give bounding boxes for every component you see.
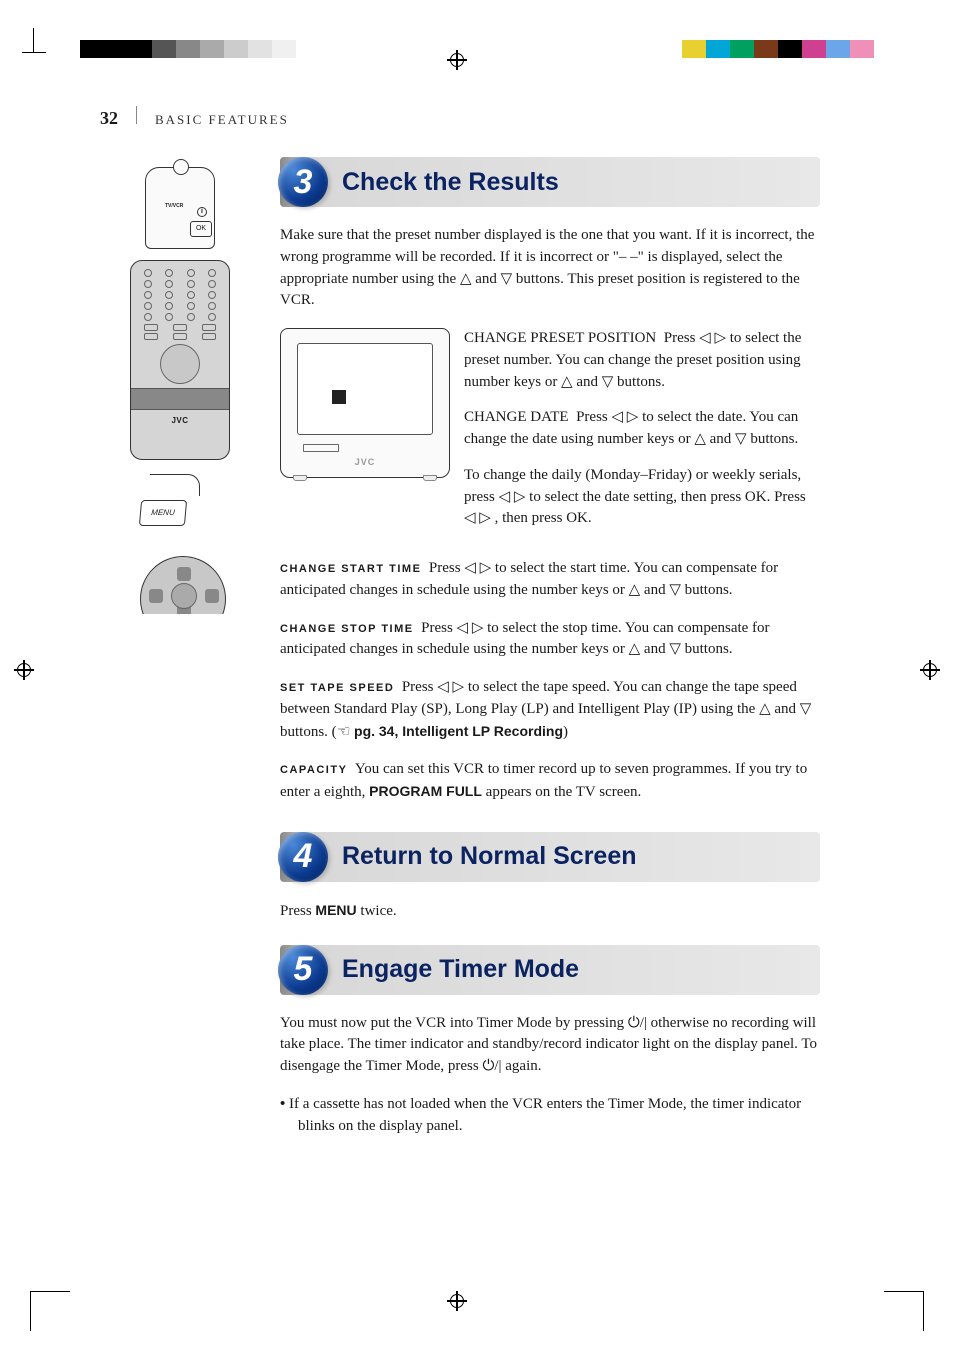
- change-preset-text: CHANGE PRESET POSITION Press ◁ ▷ to sele…: [464, 328, 820, 393]
- power-icon: [173, 159, 189, 175]
- remote-illustrations: TV/VCR i OK JVC MENU: [100, 157, 260, 1137]
- registration-mark-right: [920, 660, 940, 680]
- printer-marks-bottom: [0, 1271, 954, 1331]
- menu-button-icon: MENU: [139, 500, 187, 526]
- step-number-4: 4: [278, 832, 328, 882]
- printer-marks-top: [0, 40, 954, 80]
- jvc-logo: JVC: [137, 416, 223, 425]
- step-5-text: You must now put the VCR into Timer Mode…: [280, 1013, 820, 1078]
- step-5-bullets: If a cassette has not loaded when the VC…: [280, 1094, 820, 1138]
- vcr-brand-label: JVC: [281, 457, 449, 467]
- tvvcr-label: TV/VCR: [165, 203, 183, 209]
- set-tape-speed-text: SET TAPE SPEED Press ◁ ▷ to select the t…: [280, 677, 820, 743]
- page-header: 32 BASIC FEATURES: [100, 106, 820, 129]
- ok-button-icon: OK: [190, 221, 212, 237]
- remote-top-diagram: TV/VCR i OK: [135, 157, 225, 252]
- dpad-icon: [140, 556, 226, 642]
- step-5-bullet-1: If a cassette has not loaded when the VC…: [298, 1094, 820, 1138]
- change-date-text: CHANGE DATE Press ◁ ▷ to select the date…: [464, 407, 820, 451]
- section-label: BASIC FEATURES: [155, 112, 289, 128]
- page-number: 32: [100, 108, 118, 129]
- stop-icon: [332, 390, 346, 404]
- step-4-title: Return to Normal Screen: [342, 842, 637, 871]
- info-button-icon: i: [197, 207, 207, 217]
- page-content: 32 BASIC FEATURES TV/VCR i OK: [100, 106, 820, 1137]
- step-3-intro: Make sure that the preset number display…: [280, 225, 820, 312]
- vcr-diagram: JVC: [280, 328, 450, 478]
- registration-mark-top: [447, 50, 467, 70]
- pointer-icon: ☞: [337, 722, 350, 744]
- step-3-header: 3 Check the Results: [280, 157, 820, 207]
- change-stop-text: CHANGE STOP TIME Press ◁ ▷ to select the…: [280, 618, 820, 662]
- change-start-text: CHANGE START TIME Press ◁ ▷ to select th…: [280, 558, 820, 602]
- step-number-5: 5: [278, 945, 328, 995]
- remote-full-diagram: JVC: [130, 260, 230, 460]
- registration-mark-left: [14, 660, 34, 680]
- step-5-header: 5 Engage Timer Mode: [280, 945, 820, 995]
- step-5-title: Engage Timer Mode: [342, 955, 579, 984]
- remote-bottom-diagram: MENU: [130, 470, 230, 620]
- step-number-3: 3: [278, 157, 328, 207]
- step-4-header: 4 Return to Normal Screen: [280, 832, 820, 882]
- header-divider: [136, 106, 137, 124]
- step-4-text: Press MENU twice.: [280, 900, 820, 923]
- capacity-text: CAPACITY You can set this VCR to timer r…: [280, 759, 820, 804]
- daily-weekly-text: To change the daily (Monday–Friday) or w…: [464, 465, 820, 530]
- step-3-title: Check the Results: [342, 168, 559, 197]
